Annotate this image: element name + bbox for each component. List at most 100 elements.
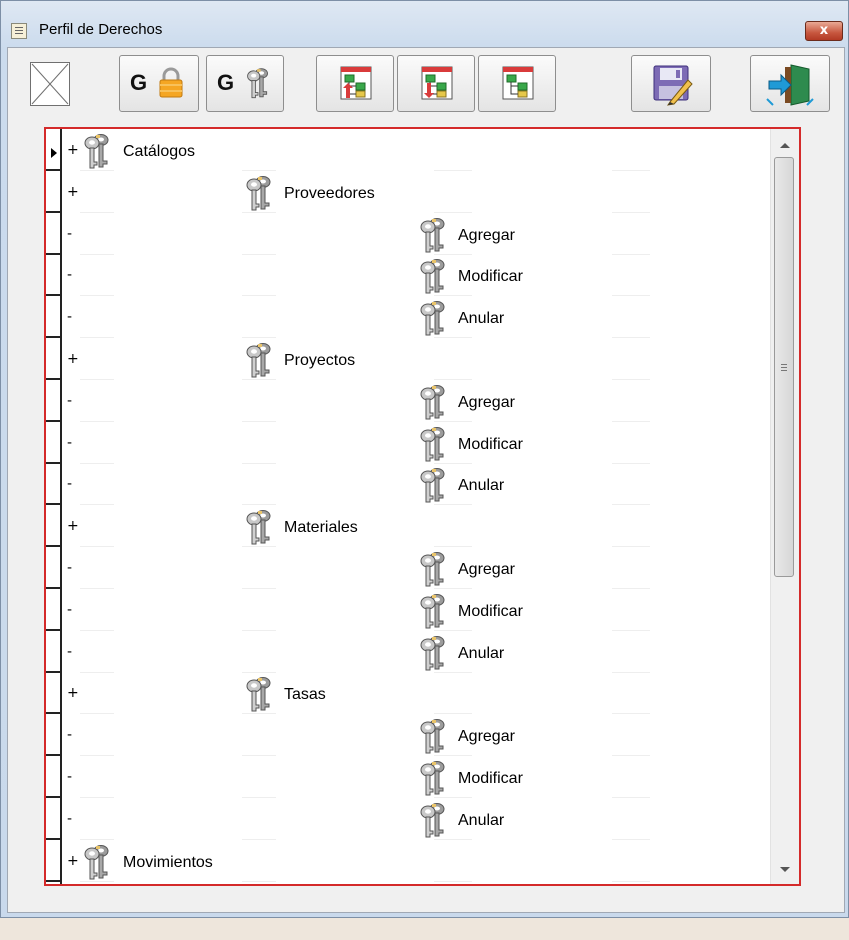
tree-up-button[interactable] [316, 55, 394, 112]
keys-icon [418, 760, 448, 796]
leaf-sign[interactable]: - [67, 560, 72, 576]
tree-row[interactable]: - Modificar [46, 589, 770, 631]
tree-row[interactable]: + Tasas [46, 672, 770, 715]
tree-up-icon [339, 64, 373, 102]
leaf-sign[interactable]: - [67, 267, 72, 283]
title-bar: Perfil de Derechos x [1, 1, 848, 47]
keys-icon [418, 258, 448, 294]
scroll-up-arrow-icon[interactable] [780, 143, 790, 148]
expand-sign[interactable]: + [67, 685, 79, 701]
tree-node-label: Anular [458, 811, 505, 829]
tree-node-label: Anular [458, 477, 505, 495]
tree-node-label: Modificar [458, 602, 523, 620]
tree-row[interactable]: + Materiales [46, 505, 770, 548]
tree-node-label: Modificar [458, 770, 523, 787]
tree-row[interactable]: - Anular [46, 631, 770, 673]
keys-icon [418, 635, 448, 671]
group-lock-button[interactable]: G [119, 55, 199, 112]
expand-sign[interactable]: + [67, 518, 79, 534]
keys-icon [244, 676, 274, 712]
tree-node-label: Agregar [458, 561, 515, 578]
tree-row[interactable]: - Agregar [46, 547, 770, 589]
tree-node-label: Agregar [458, 226, 515, 244]
empty-image-icon [31, 63, 69, 105]
leaf-sign[interactable]: - [67, 602, 72, 618]
leaf-sign[interactable]: - [67, 393, 72, 409]
keys-icon [418, 467, 448, 503]
tree-node-label: Proveedores [284, 184, 375, 202]
leaf-sign[interactable]: - [67, 644, 72, 660]
tree-row[interactable]: + Proyectos [46, 338, 770, 380]
tree-row[interactable]: - Agregar [46, 213, 770, 255]
leaf-sign[interactable]: - [67, 435, 72, 451]
tree-node-label: Agregar [458, 393, 515, 411]
keys-icon [82, 133, 112, 169]
tree-node-label: Catálogos [123, 143, 196, 160]
tree-node-label: Modificar [458, 435, 523, 453]
vertical-scrollbar[interactable] [770, 129, 799, 884]
row-separator [46, 879, 62, 882]
padlock-icon [159, 67, 183, 98]
tree-row[interactable]: - Agregar [46, 380, 770, 422]
leaf-sign[interactable]: - [67, 769, 72, 785]
keys-icon [82, 844, 112, 880]
desktop-background [0, 918, 849, 940]
tree-node-label: Materiales [284, 519, 358, 537]
group-keys-label: G [217, 70, 235, 95]
exit-button[interactable] [750, 55, 830, 112]
scroll-thumb[interactable] [774, 157, 794, 577]
group-lock-label: G [130, 70, 148, 95]
keys-icon [244, 175, 274, 211]
leaf-sign[interactable]: - [67, 309, 72, 325]
tree-node-label: Movimientos [123, 853, 213, 871]
tree-row[interactable]: - Anular [46, 463, 770, 506]
leaf-sign[interactable]: - [67, 727, 72, 743]
leaf-sign[interactable]: - [67, 476, 72, 492]
expand-sign[interactable]: + [67, 853, 79, 869]
tree-row[interactable]: + Proveedores [46, 171, 770, 213]
keys-icon [418, 217, 448, 253]
expand-sign[interactable]: + [67, 142, 79, 158]
expand-sign[interactable]: + [67, 351, 79, 367]
rights-tree-grid[interactable]: + Catálogos + Proveedores - Agregar - Modificar… [44, 127, 801, 886]
tree-row[interactable]: - Anular [46, 296, 770, 339]
tree-node-label: Anular [458, 310, 505, 328]
tree-row[interactable]: - Modificar [46, 756, 770, 798]
close-button[interactable]: x [805, 21, 843, 41]
save-button[interactable] [631, 55, 711, 112]
tree-node-label: Agregar [458, 728, 515, 746]
leaf-sign[interactable]: - [67, 226, 72, 242]
expand-sign[interactable]: + [67, 184, 79, 200]
keys-icon [244, 342, 274, 378]
tree-row[interactable]: + Catálogos [46, 129, 770, 171]
keys-icon [418, 551, 448, 587]
grid-line [434, 880, 472, 882]
leaf-sign[interactable]: - [67, 811, 72, 827]
keys-icon [244, 509, 274, 545]
grid-line [612, 880, 650, 882]
tree-node-label: Proyectos [284, 352, 356, 369]
form-icon [11, 23, 27, 39]
tree-row[interactable]: + Movimientos [46, 840, 770, 882]
tree-row[interactable]: - Modificar [46, 254, 770, 297]
tree-down-button[interactable] [397, 55, 475, 112]
tree-button[interactable] [478, 55, 556, 112]
empty-image-placeholder [30, 62, 70, 106]
tree-icon [501, 64, 535, 102]
keys-icon [418, 384, 448, 420]
keys-icon [418, 718, 448, 754]
keys-icon [418, 802, 448, 838]
tree-row[interactable]: - Anular [46, 798, 770, 840]
grid-line [80, 880, 114, 882]
scroll-grip-icon [781, 364, 787, 365]
tree-node-label: Anular [458, 644, 505, 662]
tree-node-label: Tasas [284, 686, 326, 704]
scroll-down-arrow-icon[interactable] [780, 867, 790, 872]
tree-node-label: Modificar [458, 268, 523, 286]
tree-row[interactable]: - Agregar [46, 714, 770, 757]
tree-row[interactable]: - Modificar [46, 422, 770, 464]
tree-down-icon [420, 64, 454, 102]
current-row-marker-icon [51, 148, 57, 158]
exit-door-icon [766, 64, 814, 106]
group-keys-button[interactable]: G [206, 55, 284, 112]
